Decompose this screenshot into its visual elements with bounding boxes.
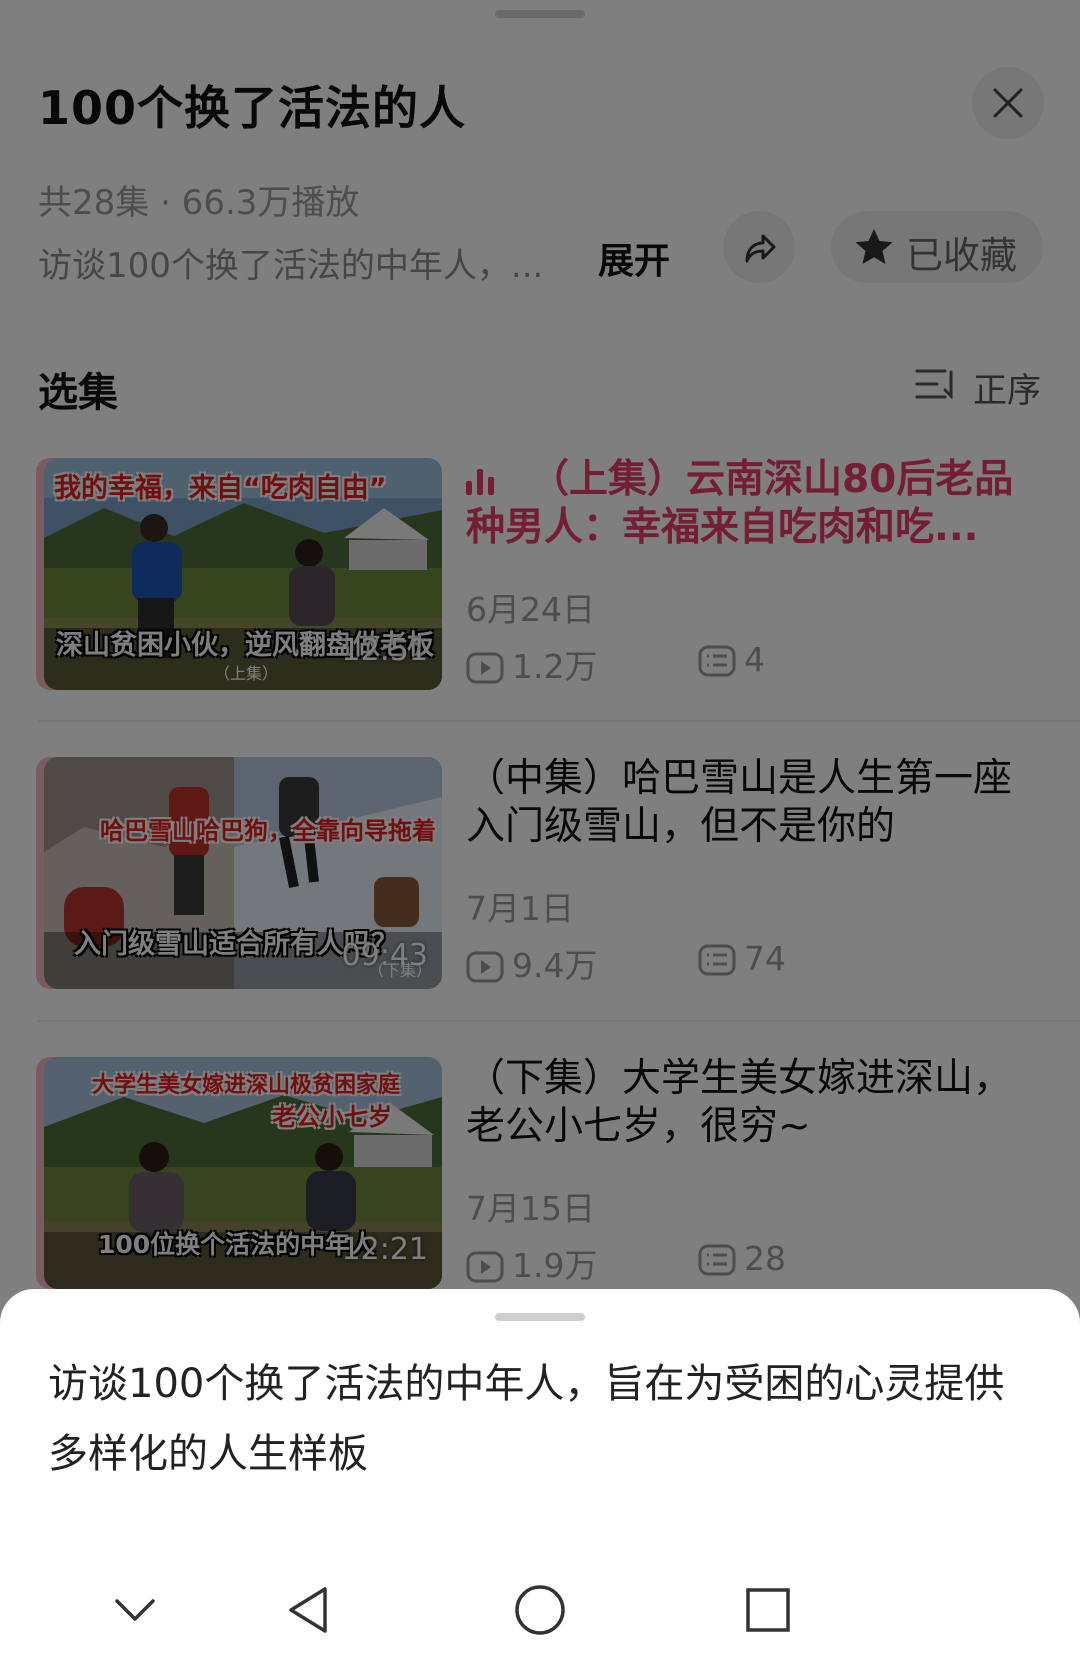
system-navigation-bar (0, 1570, 1080, 1670)
nav-home-icon (515, 1585, 565, 1635)
nav-home-button[interactable] (490, 1570, 590, 1650)
sheet-drag-handle[interactable] (495, 1313, 585, 1321)
nav-recents-icon (746, 1588, 790, 1632)
nav-back-button[interactable] (258, 1570, 358, 1650)
nav-collapse-button[interactable] (85, 1570, 185, 1650)
nav-recents-button[interactable] (718, 1570, 818, 1650)
full-description: 访谈100个换了活法的中年人，旨在为受困的心灵提供多样化的人生样板 (48, 1361, 1005, 1477)
nav-back-icon (289, 1587, 327, 1633)
nav-collapse-icon (115, 1599, 155, 1621)
